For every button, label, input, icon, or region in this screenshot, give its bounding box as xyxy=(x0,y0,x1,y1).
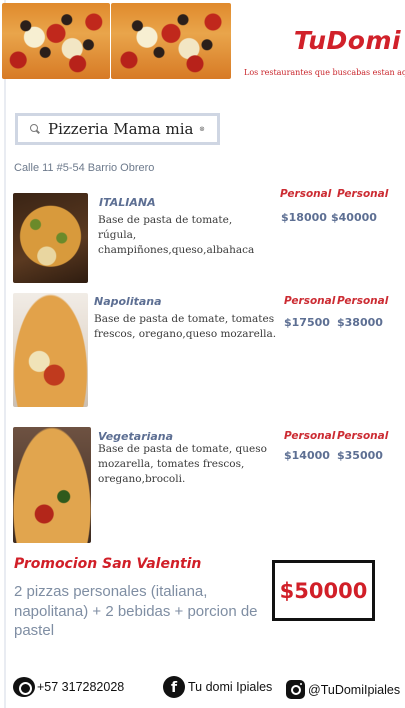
item-description: Base de pasta de tomate, queso mozarella… xyxy=(98,443,267,485)
facebook-handle: Tu domi Ipiales xyxy=(188,680,273,694)
clear-icon[interactable]: ⊗ xyxy=(199,126,205,133)
phone-number: +57 317282028 xyxy=(37,680,125,694)
search-value[interactable]: Pizzeria Mama mia xyxy=(48,120,193,138)
item-price: $38000 xyxy=(337,316,383,329)
pizza-vegetariana-image[interactable] xyxy=(13,427,91,543)
instagram-icon xyxy=(286,680,305,699)
restaurant-address: Calle 11 #5-54 Barrio Obrero xyxy=(14,162,155,174)
item-description: Base de pasta de tomate, rúgula, champiñ… xyxy=(98,214,255,256)
page-edge xyxy=(4,0,6,708)
promo-description: 2 pizzas personales (italiana, napolitan… xyxy=(14,583,258,639)
whatsapp-icon xyxy=(13,677,35,697)
item-description: Base de pasta de tomate, tomates frescos… xyxy=(94,313,277,340)
size-label: Personal xyxy=(284,295,336,307)
promo-title: Promocion San Valentin xyxy=(14,556,202,572)
facebook-icon: f xyxy=(163,676,185,698)
size-label: Personal xyxy=(337,430,389,442)
pizza-italiana-image[interactable] xyxy=(13,193,88,283)
item-price: $40000 xyxy=(331,211,377,224)
size-label: Personal xyxy=(280,188,332,200)
promo-price: $50000 xyxy=(279,578,368,603)
size-label: Personal xyxy=(284,430,336,442)
item-name[interactable]: Napolitana xyxy=(94,295,162,308)
banner-pizza-image xyxy=(2,3,110,79)
instagram-handle: @TuDomiIpiales xyxy=(308,682,401,697)
item-price: $35000 xyxy=(337,449,383,462)
size-label: Personal xyxy=(337,295,389,307)
item-name[interactable]: ITALIANA xyxy=(99,196,156,209)
brand-tagline: Los restaurantes que buscabas estan aqui xyxy=(244,68,405,77)
size-label: Personal xyxy=(337,188,389,200)
pizza-napolitana-image[interactable] xyxy=(13,293,88,407)
item-price: $17500 xyxy=(284,316,330,329)
footer-phone[interactable]: +57 317282028 xyxy=(13,677,124,697)
banner-pizza-image xyxy=(111,3,231,79)
search-input[interactable]: Pizzeria Mama mia ⊗ xyxy=(15,113,220,145)
promo-price-box[interactable]: $50000 xyxy=(272,560,375,621)
footer-instagram[interactable]: @TuDomiIpiales xyxy=(286,680,400,699)
item-price: $18000 xyxy=(281,211,327,224)
item-price: $14000 xyxy=(284,449,330,462)
search-icon xyxy=(30,124,40,134)
footer-facebook[interactable]: f Tu domi Ipiales xyxy=(163,676,272,698)
brand-logo[interactable]: TuDomi xyxy=(290,26,405,55)
